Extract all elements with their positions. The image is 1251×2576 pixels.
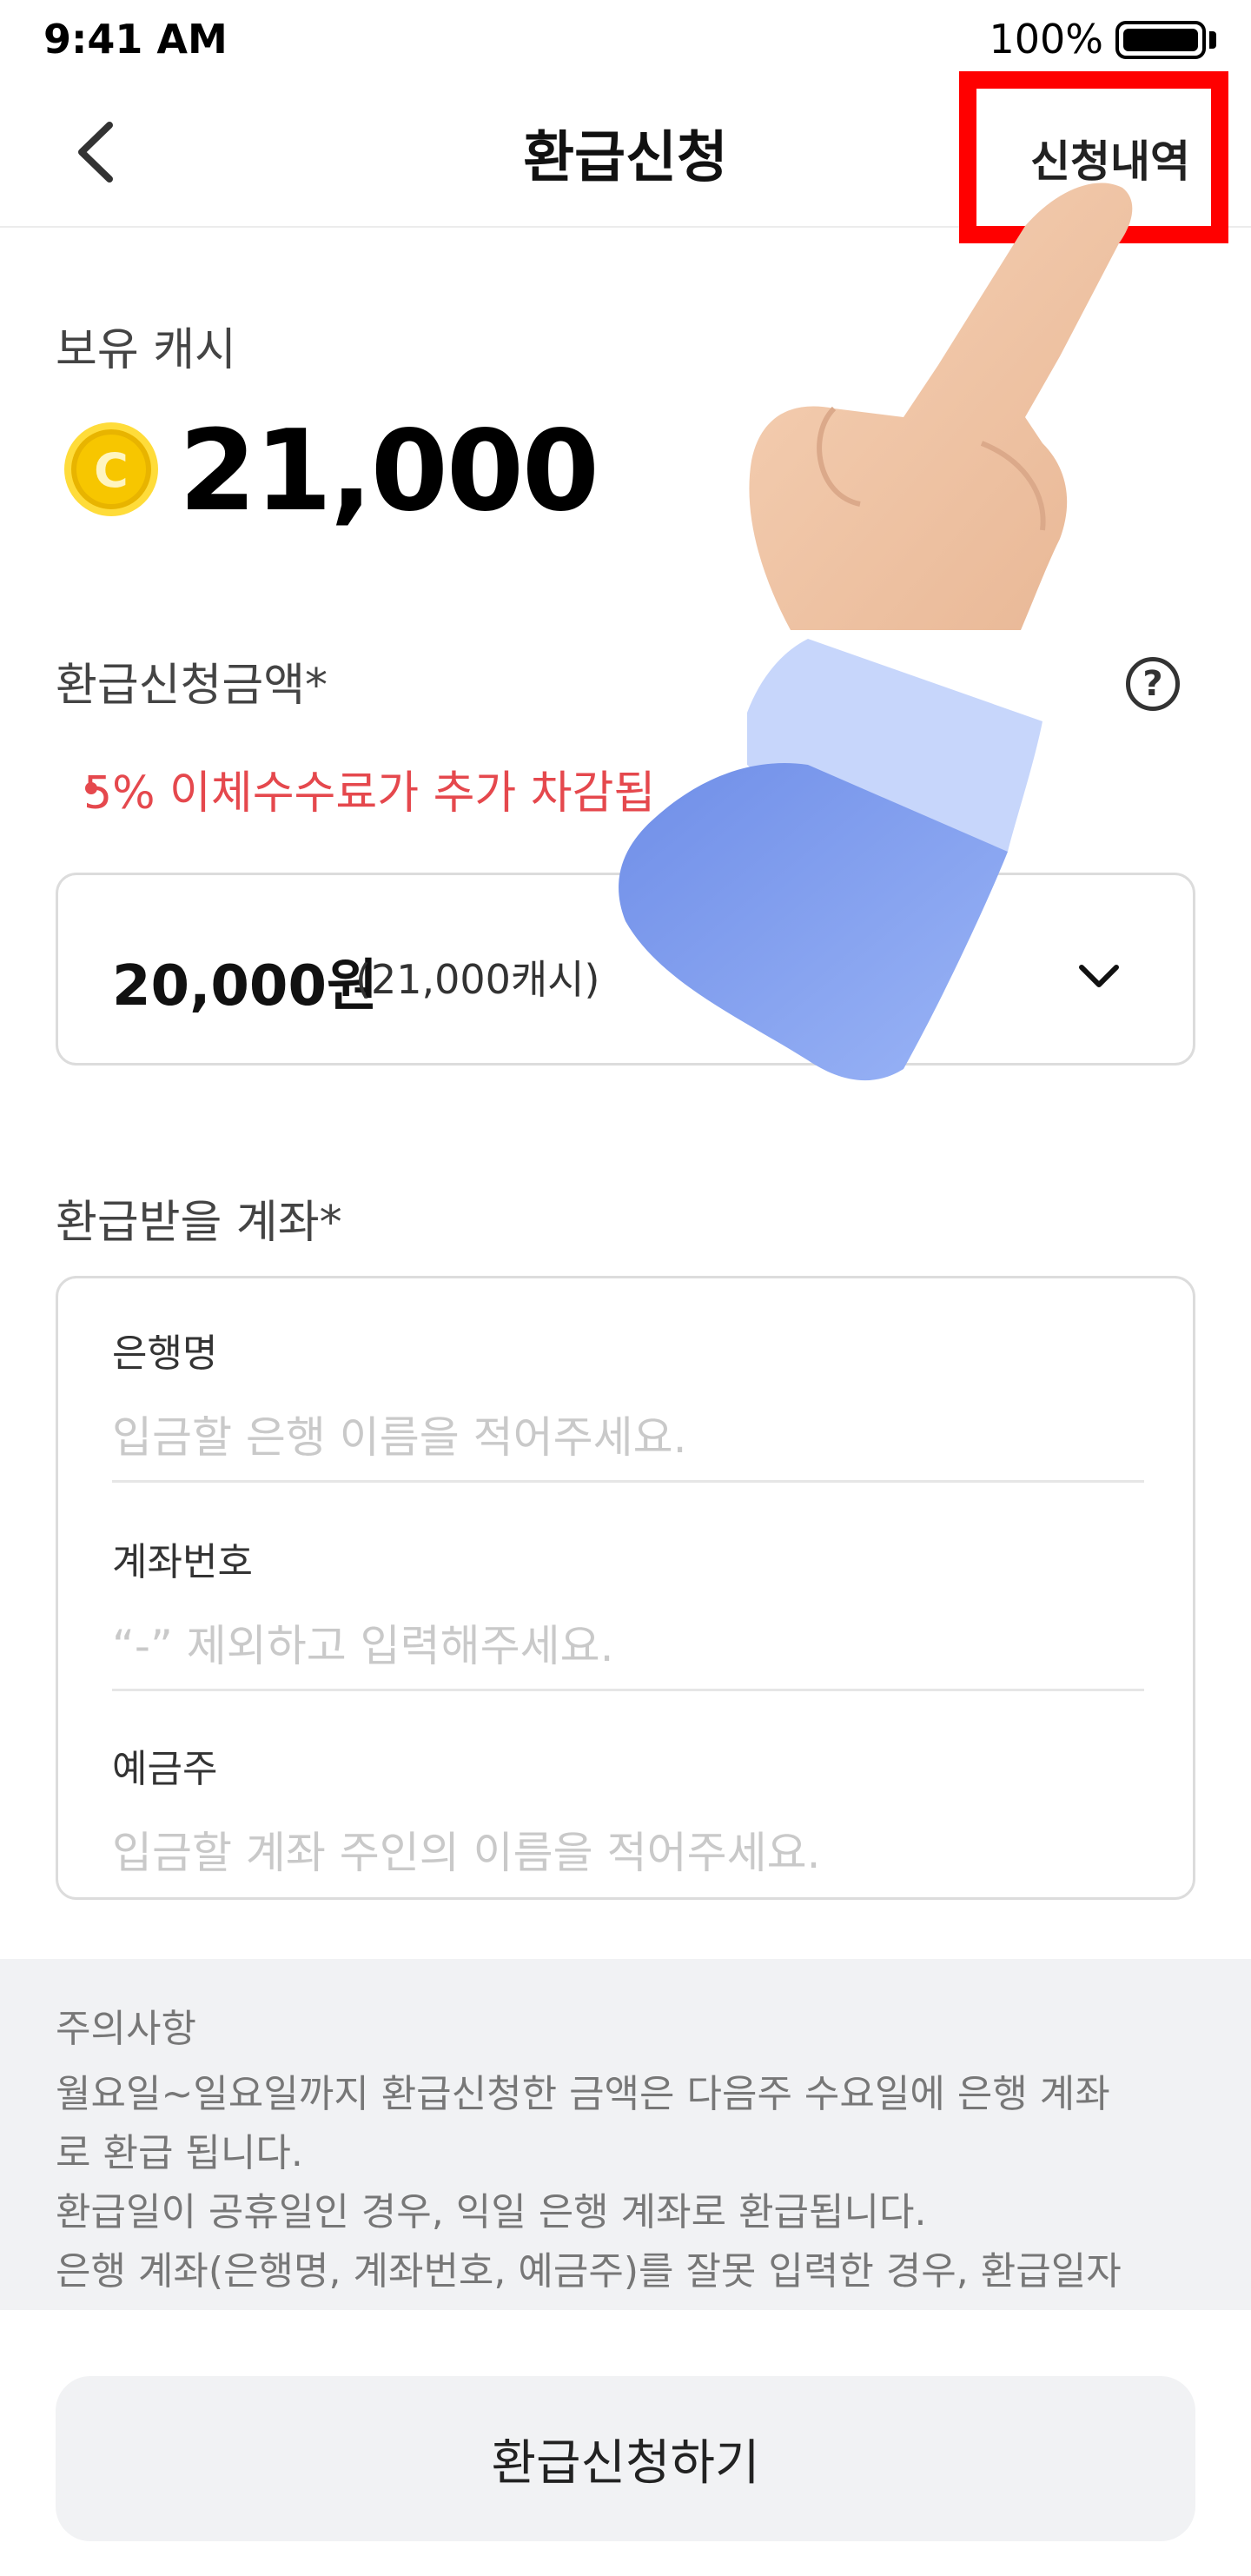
account-number-input[interactable] xyxy=(112,1621,1144,1671)
notice-line: 환급일이 공휴일인 경우, 익일 은행 계좌로 환급됩니다. xyxy=(56,2190,927,2234)
submit-button[interactable]: 환급신청하기 xyxy=(56,2376,1195,2541)
bank-name-field: 은행명 xyxy=(112,1322,1144,1463)
battery-cap xyxy=(1209,31,1216,49)
refund-amount-label: 환급신청금액* xyxy=(56,660,328,712)
account-holder-field: 예금주 xyxy=(112,1737,1144,1878)
battery-full-icon xyxy=(1115,21,1206,59)
status-bar: 9:41 AM 100% xyxy=(0,0,1251,78)
account-form: 은행명 계좌번호 예금주 xyxy=(56,1276,1195,1900)
amount-selected-sub: (21,000캐시) xyxy=(355,956,600,1003)
account-number-field: 계좌번호 xyxy=(112,1530,1144,1671)
cash-amount: 21,000 xyxy=(179,407,599,536)
account-holder-label: 예금주 xyxy=(112,1747,218,1791)
question-circle-icon[interactable]: ? xyxy=(1126,657,1180,711)
highlight-box xyxy=(959,71,1228,243)
account-number-label: 계좌번호 xyxy=(112,1540,253,1584)
notice-line: 로 환급 됩니다. xyxy=(56,2131,303,2175)
notice-line: 월요일~일요일까지 환급신청한 금액은 다음주 수요일에 은행 계좌 xyxy=(56,2072,1110,2116)
notice-section: 주의사항 월요일~일요일까지 환급신청한 금액은 다음주 수요일에 은행 계좌 … xyxy=(0,1959,1251,2310)
chevron-down-icon xyxy=(1079,965,1119,987)
account-label: 환급받을 계좌* xyxy=(56,1197,342,1249)
amount-select[interactable]: 20,000원 (21,000캐시) xyxy=(56,873,1195,1066)
cash-label: 보유 캐시 xyxy=(56,324,236,376)
coin-letter: C xyxy=(94,443,129,498)
notice-title: 주의사항 xyxy=(56,2007,196,2051)
bank-name-label: 은행명 xyxy=(112,1331,218,1376)
account-holder-input[interactable] xyxy=(112,1828,1144,1878)
field-divider xyxy=(112,1480,1144,1483)
bank-name-input[interactable] xyxy=(112,1412,1144,1463)
fee-notice: 5% 이체수수료가 추가 차감됩 xyxy=(83,767,656,820)
battery-percent: 100% xyxy=(989,16,1103,63)
field-divider xyxy=(112,1689,1144,1691)
notice-line: 은행 계좌(은행명, 계좌번호, 예금주)를 잘못 입력한 경우, 환급일자 xyxy=(56,2249,1122,2294)
status-time: 9:41 AM xyxy=(43,16,228,63)
coin-icon: C xyxy=(64,422,158,516)
amount-selected-value: 20,000원 xyxy=(112,954,378,1019)
